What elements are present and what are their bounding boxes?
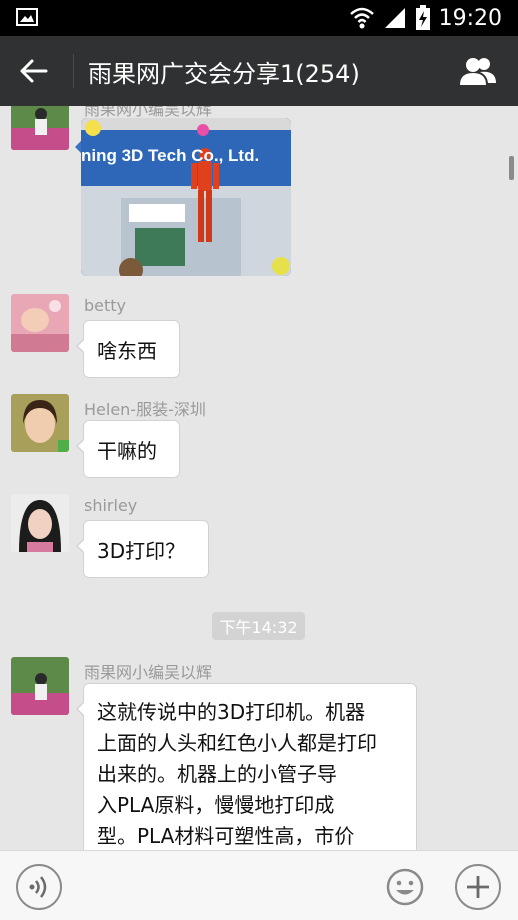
voice-button[interactable] [16,864,62,910]
sender-name: Helen-服装-深圳 [84,400,206,419]
text-bubble[interactable]: 啥东西 [76,320,180,378]
status-bar: 19:20 [0,0,518,36]
clock: 19:20 [438,5,502,31]
sender-name: 雨果网小编吴以辉 [84,663,213,682]
people-icon[interactable] [458,55,498,87]
message-helen: Helen-服装-深圳 干嘛的 [0,392,518,482]
timestamp-badge: 下午14:32 [212,612,305,640]
input-bar [0,850,518,920]
avatar[interactable] [11,657,69,715]
avatar[interactable] [11,394,69,452]
more-button[interactable] [455,864,501,910]
message-line: 上面的人头和红色小人都是打印 [97,731,377,755]
avatar[interactable] [11,106,69,150]
message-line: 这就传说中的3D打印机。机器 [97,700,366,724]
signal-icon [384,8,405,28]
message-line: 出来的。机器上的小管子导 [97,762,337,786]
sender-name: betty [84,296,127,315]
message-shirley: shirley 3D打印？ [0,492,518,582]
message-image: 雨果网小编吴以辉 ning 3D Tech Co., Ltd. [0,106,518,286]
avatar[interactable] [11,294,69,352]
message-line: 入PLA原料，慢慢地打印成 [97,793,335,817]
emoji-icon [386,868,424,906]
text-bubble[interactable]: 干嘛的 [76,420,180,478]
long-text-bubble[interactable]: 这就传说中的3D打印机。机器 上面的人头和红色小人都是打印 出来的。机器上的小管… [76,683,417,850]
image-icon [16,8,38,26]
chat-title: 雨果网广交会分享1(254) [88,60,360,88]
wifi-icon [349,7,374,29]
emoji-button[interactable] [382,864,428,910]
chat-area[interactable]: 雨果网小编吴以辉 ning 3D Tech Co., Ltd. betty 啥东… [0,106,518,850]
text-bubble[interactable]: 3D打印？ [76,520,209,578]
plus-icon [467,876,489,898]
title-divider [73,54,74,88]
message-line: 型。PLA材料可塑性高，市价 [97,824,355,848]
battery-charging-icon [415,5,430,30]
sender-name: shirley [84,496,138,515]
message-betty: betty 啥东西 [0,292,518,382]
shared-image[interactable]: ning 3D Tech Co., Ltd. [81,118,291,276]
image-caption: ning 3D Tech Co., Ltd. [81,146,260,165]
back-arrow-icon[interactable] [16,53,52,89]
voice-icon [29,876,47,898]
avatar[interactable] [11,494,69,552]
title-bar: 雨果网广交会分享1(254) [0,36,518,106]
